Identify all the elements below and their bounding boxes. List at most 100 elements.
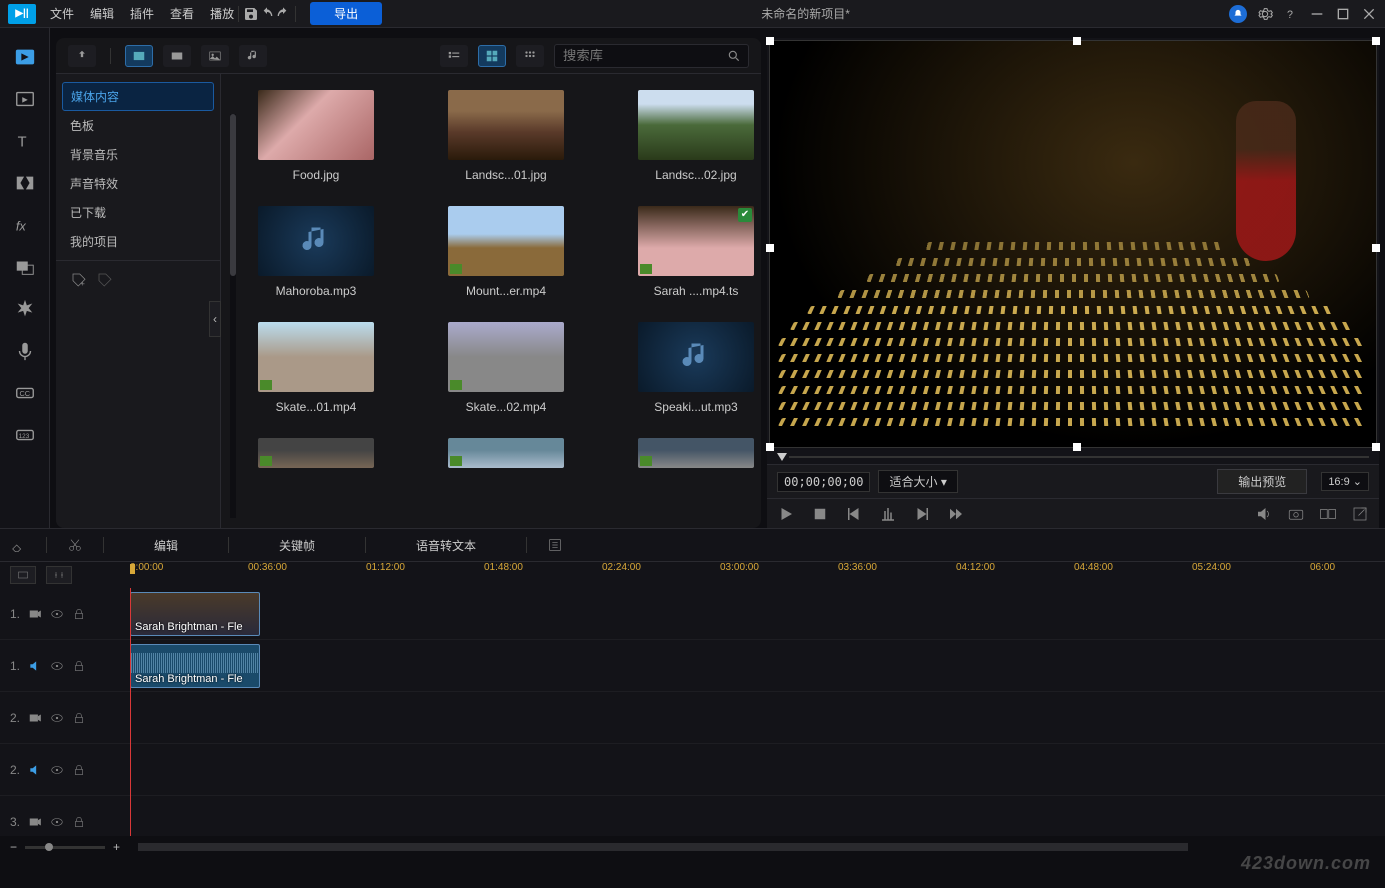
video-thumbnail[interactable]	[258, 438, 374, 468]
lock-icon[interactable]	[72, 711, 86, 725]
effects-room-icon[interactable]: fx	[14, 214, 36, 236]
media-item[interactable]: Food.jpg	[241, 90, 391, 182]
collapse-sidebar-icon[interactable]: ‹	[209, 301, 221, 337]
tag-add-icon[interactable]: +	[70, 271, 88, 289]
visibility-icon[interactable]	[50, 711, 64, 725]
menu-plugins[interactable]: 插件	[130, 5, 154, 22]
minimize-icon[interactable]	[1309, 6, 1325, 22]
zoom-fit-select[interactable]: 适合大小 ▾	[878, 470, 957, 493]
media-item[interactable]: Mahoroba.mp3	[241, 206, 391, 298]
track-header[interactable]: 3.	[0, 796, 130, 836]
track-content[interactable]	[130, 744, 1385, 795]
tag-icon[interactable]	[96, 271, 114, 289]
scrub-marker-icon[interactable]	[777, 453, 787, 461]
save-icon[interactable]	[243, 6, 259, 22]
sidebar-item-colorboards[interactable]: 色板	[56, 111, 220, 140]
sidebar-item-media[interactable]: 媒体内容	[62, 82, 214, 111]
track-header[interactable]: 1.	[0, 640, 130, 691]
export-button[interactable]: 导出	[310, 2, 382, 25]
timeline-h-scrollbar[interactable]	[138, 843, 1365, 851]
sidebar-scrollbar[interactable]	[230, 114, 236, 518]
timecode-display[interactable]: 00;00;00;00	[777, 472, 870, 492]
lock-icon[interactable]	[72, 763, 86, 777]
video-thumbnail[interactable]	[448, 438, 564, 468]
help-icon[interactable]: ?	[1283, 6, 1299, 22]
text-room-icon[interactable]: T	[14, 130, 36, 152]
lock-icon[interactable]	[72, 659, 86, 673]
media-item[interactable]: Sarah ....mp4.ts	[621, 206, 761, 298]
visibility-icon[interactable]	[50, 763, 64, 777]
image-thumbnail[interactable]	[638, 90, 754, 160]
tab-keyframe[interactable]: 关键帧	[249, 537, 345, 554]
media-item[interactable]	[431, 438, 581, 468]
menu-view[interactable]: 查看	[170, 5, 194, 22]
track-content[interactable]: Sarah Brightman - Fle	[130, 588, 1385, 639]
media-item[interactable]: Landsc...01.jpg	[431, 90, 581, 182]
timeline-clip[interactable]: Sarah Brightman - Fle	[130, 592, 260, 636]
image-thumbnail[interactable]	[258, 90, 374, 160]
chapter-room-icon[interactable]: 123	[14, 424, 36, 446]
particle-room-icon[interactable]	[14, 298, 36, 320]
media-item[interactable]: Skate...01.mp4	[241, 322, 391, 414]
timeline-tool-b-icon[interactable]	[46, 566, 72, 584]
timeline-tool-a-icon[interactable]	[10, 566, 36, 584]
media-item[interactable]	[241, 438, 391, 468]
track-content[interactable]	[130, 692, 1385, 743]
marker-icon[interactable]	[879, 505, 897, 523]
cut-icon[interactable]	[67, 537, 83, 553]
undo-icon[interactable]	[259, 6, 275, 22]
track-content[interactable]: Sarah Brightman - Fle	[130, 640, 1385, 691]
close-icon[interactable]	[1361, 6, 1377, 22]
visibility-icon[interactable]	[50, 815, 64, 829]
output-preview-button[interactable]: 输出预览	[1217, 469, 1307, 494]
notifications-icon[interactable]	[1229, 5, 1247, 23]
tab-edit[interactable]: 编辑	[124, 537, 208, 554]
audio-thumbnail[interactable]	[258, 206, 374, 276]
filter-video-icon[interactable]	[163, 45, 191, 67]
video-thumbnail[interactable]	[638, 438, 754, 468]
menu-edit[interactable]: 编辑	[90, 5, 114, 22]
popout-icon[interactable]	[1351, 505, 1369, 523]
more-tools-icon[interactable]	[547, 537, 563, 553]
sidebar-item-myprojects[interactable]: 我的项目	[56, 227, 220, 256]
track-content[interactable]	[130, 796, 1385, 836]
media-item[interactable]: Skate...02.mp4	[431, 322, 581, 414]
menu-play[interactable]: 播放	[210, 5, 234, 22]
snapshot-icon[interactable]	[1287, 505, 1305, 523]
video-thumbnail[interactable]	[258, 322, 374, 392]
audio-thumbnail[interactable]	[638, 322, 754, 392]
preview-scrubber[interactable]	[767, 450, 1379, 464]
dual-preview-icon[interactable]	[1319, 505, 1337, 523]
menu-file[interactable]: 文件	[50, 5, 74, 22]
next-frame-icon[interactable]	[913, 505, 931, 523]
zoom-slider[interactable]	[25, 846, 105, 849]
search-input[interactable]	[554, 44, 749, 68]
settings-icon[interactable]	[1257, 6, 1273, 22]
volume-icon[interactable]	[1255, 505, 1273, 523]
fast-forward-icon[interactable]	[947, 505, 965, 523]
track-header[interactable]: 1.	[0, 588, 130, 639]
sidebar-item-soundfx[interactable]: 声音特效	[56, 169, 220, 198]
playhead-line[interactable]	[130, 588, 131, 836]
track-header[interactable]: 2.	[0, 692, 130, 743]
view-list-icon[interactable]	[440, 45, 468, 67]
video-thumbnail[interactable]	[448, 322, 564, 392]
clip-room-icon[interactable]	[14, 88, 36, 110]
image-thumbnail[interactable]	[448, 90, 564, 160]
filter-media-icon[interactable]	[125, 45, 153, 67]
video-thumbnail[interactable]	[638, 206, 754, 276]
video-thumbnail[interactable]	[448, 206, 564, 276]
sidebar-item-downloaded[interactable]: 已下载	[56, 198, 220, 227]
tab-speech-to-text[interactable]: 语音转文本	[386, 537, 506, 554]
aspect-ratio-select[interactable]: 16:9 ⌄	[1321, 472, 1369, 491]
lock-icon[interactable]	[72, 815, 86, 829]
visibility-icon[interactable]	[50, 607, 64, 621]
zoom-out-icon[interactable]: −	[10, 840, 17, 854]
timeline-ruler[interactable]: 0:00:0000:36:0001:12:0001:48:0002:24:000…	[130, 562, 1385, 588]
visibility-icon[interactable]	[50, 659, 64, 673]
transition-room-icon[interactable]	[14, 172, 36, 194]
media-item[interactable]: Mount...er.mp4	[431, 206, 581, 298]
sidebar-item-bgmusic[interactable]: 背景音乐	[56, 140, 220, 169]
play-icon[interactable]	[777, 505, 795, 523]
preview-viewport[interactable]	[769, 40, 1377, 448]
